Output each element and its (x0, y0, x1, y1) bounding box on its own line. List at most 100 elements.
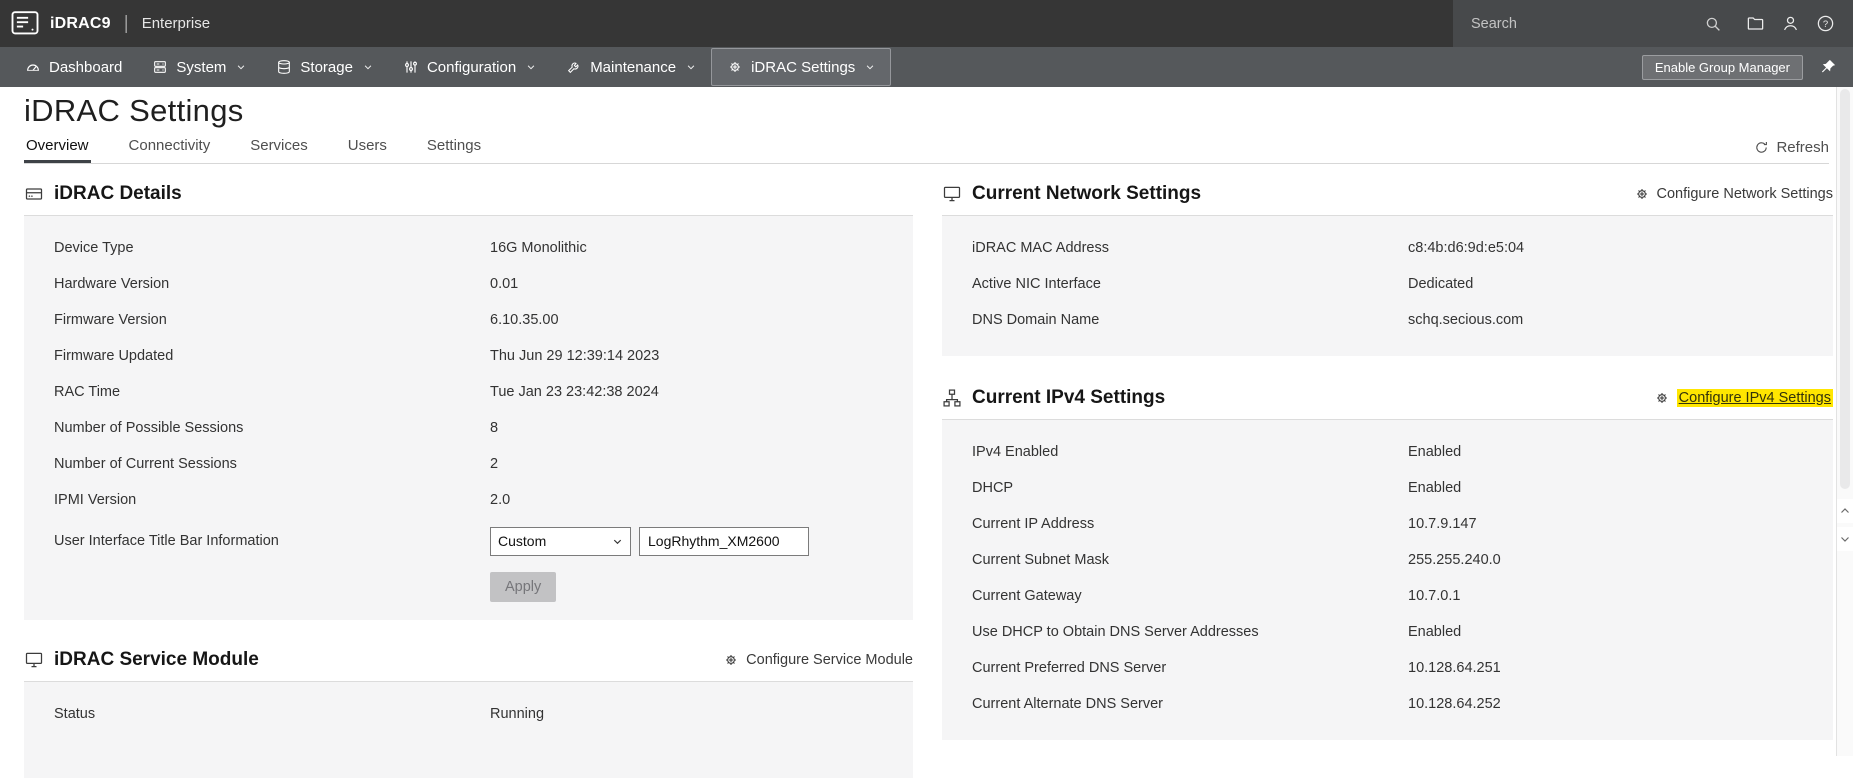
storage-icon (276, 59, 292, 75)
nav-item-system[interactable]: System (137, 47, 261, 87)
nav-label: Maintenance (590, 58, 677, 76)
row-value: Enabled (1408, 624, 1462, 640)
network-settings-body: iDRAC MAC Address c8:4b:d6:9d:e5:04 Acti… (942, 216, 1833, 356)
title-bar-custom-input[interactable] (639, 526, 809, 556)
row-label: Hardware Version (54, 276, 170, 292)
apply-row: Apply (24, 572, 913, 602)
table-row: Firmware Updated Thu Jun 29 12:39:14 202… (24, 338, 913, 374)
tab-overview[interactable]: Overview (24, 137, 91, 163)
nav-item-dashboard[interactable]: Dashboard (10, 47, 137, 87)
row-value: 2.0 (490, 492, 511, 508)
chevron-down-icon (236, 62, 246, 72)
search-icon[interactable] (1704, 15, 1722, 33)
gear-icon (1634, 186, 1650, 202)
table-row: Current Gateway 10.7.0.1 (942, 578, 1833, 614)
maintenance-icon (566, 59, 582, 75)
nav-item-idrac-settings[interactable]: iDRAC Settings (711, 48, 892, 86)
title-bar-mode-select[interactable]: Custom (490, 526, 631, 556)
chevron-down-icon (865, 62, 875, 72)
pin-icon[interactable] (1819, 58, 1837, 76)
table-row: Active NIC Interface Dedicated (942, 266, 1833, 302)
topbar-icon-group: ? (1746, 14, 1835, 33)
nav-item-configuration[interactable]: Configuration (388, 47, 551, 87)
table-row: Number of Possible Sessions 8 (24, 410, 913, 446)
refresh-label: Refresh (1776, 139, 1829, 156)
tab-bar: Overview Connectivity Services Users Set… (24, 137, 1829, 164)
brand: iDRAC9 | Enterprise (0, 9, 210, 39)
nav-item-storage[interactable]: Storage (261, 47, 388, 87)
row-label: RAC Time (54, 384, 121, 400)
row-label: Current Alternate DNS Server (972, 696, 1163, 712)
enable-group-manager-button[interactable]: Enable Group Manager (1641, 54, 1803, 80)
row-label: User Interface Title Bar Information (54, 533, 279, 549)
table-row: Current IP Address 10.7.9.147 (942, 506, 1833, 542)
link-label: Configure Service Module (746, 651, 913, 668)
server-icon (24, 184, 44, 204)
tab-settings[interactable]: Settings (425, 137, 483, 163)
row-value: 2 (490, 456, 499, 472)
row-label: Number of Current Sessions (54, 456, 237, 472)
chevron-down-icon (612, 536, 623, 547)
monitor-icon (24, 650, 44, 670)
idrac-details-header: iDRAC Details (24, 172, 913, 216)
row-label: iDRAC MAC Address (972, 240, 1109, 256)
service-module-body: Status Running (24, 682, 913, 778)
configure-ipv4-settings-link[interactable]: Configure IPv4 Settings (1654, 388, 1833, 407)
scrollbar-thumb[interactable] (1840, 89, 1850, 489)
row-value: 6.10.35.00 (490, 312, 559, 328)
idrac-logo-icon (10, 9, 40, 39)
search-box (1471, 15, 1722, 33)
brand-divider: | (123, 12, 129, 34)
nav-label: Storage (300, 58, 353, 76)
nav-label: Configuration (426, 58, 517, 76)
table-row: Current Subnet Mask 255.255.240.0 (942, 542, 1833, 578)
configure-network-settings-link[interactable]: Configure Network Settings (1634, 186, 1833, 202)
folder-icon[interactable] (1746, 14, 1765, 33)
search-input[interactable] (1471, 15, 1696, 32)
row-value: schq.secious.com (1408, 312, 1524, 328)
help-glyph: ? (1823, 19, 1828, 30)
row-label: Current Subnet Mask (972, 552, 1110, 568)
service-module-rows: Status Running (24, 696, 913, 732)
row-value: 10.7.9.147 (1408, 516, 1477, 532)
chevron-up-icon (1839, 505, 1851, 517)
row-value: 0.01 (490, 276, 519, 292)
row-label: IPv4 Enabled (972, 444, 1059, 460)
table-row: DHCP Enabled (942, 470, 1833, 506)
ipv4-settings-header: Current IPv4 Settings Configure IPv4 Set… (942, 376, 1833, 420)
help-icon[interactable]: ? (1816, 14, 1835, 33)
chevron-down-icon (1839, 533, 1851, 545)
title-bar-info-row: User Interface Title Bar Information Cus… (24, 518, 913, 564)
network-settings-rows: iDRAC MAC Address c8:4b:d6:9d:e5:04 Acti… (942, 230, 1833, 338)
service-module-section: iDRAC Service Module Configure Service M… (24, 638, 913, 778)
row-label: Status (54, 706, 96, 722)
table-row: IPv4 Enabled Enabled (942, 434, 1833, 470)
tab-services[interactable]: Services (248, 137, 310, 163)
dashboard-icon (25, 59, 41, 75)
apply-button[interactable]: Apply (490, 572, 557, 602)
idrac-details-body: Device Type 16G Monolithic Hardware Vers… (24, 216, 913, 620)
configure-service-module-link[interactable]: Configure Service Module (723, 652, 913, 668)
user-icon[interactable] (1781, 14, 1800, 33)
tab-users[interactable]: Users (346, 137, 389, 163)
vertical-scrollbar[interactable] (1836, 87, 1853, 756)
idrac-details-rows: Device Type 16G Monolithic Hardware Vers… (24, 230, 913, 518)
nav-item-maintenance[interactable]: Maintenance (551, 47, 711, 87)
card-title: iDRAC Details (54, 182, 182, 204)
refresh-icon (1754, 140, 1769, 155)
tab-connectivity[interactable]: Connectivity (127, 137, 213, 163)
row-label: Current IP Address (972, 516, 1095, 532)
row-value: Dedicated (1408, 276, 1474, 292)
row-label: Firmware Version (54, 312, 167, 328)
system-icon (152, 59, 168, 75)
scroll-up-button[interactable] (1837, 499, 1853, 523)
refresh-button[interactable]: Refresh (1754, 139, 1829, 163)
card-title: Current IPv4 Settings (972, 386, 1166, 408)
table-row: IPMI Version 2.0 (24, 482, 913, 518)
row-value: 255.255.240.0 (1408, 552, 1501, 568)
scroll-down-button[interactable] (1837, 527, 1853, 551)
chevron-down-icon (686, 62, 696, 72)
row-value: Thu Jun 29 12:39:14 2023 (490, 348, 660, 364)
row-label: Number of Possible Sessions (54, 420, 244, 436)
main-nav: Dashboard System Storage Configuration M… (0, 47, 1853, 87)
